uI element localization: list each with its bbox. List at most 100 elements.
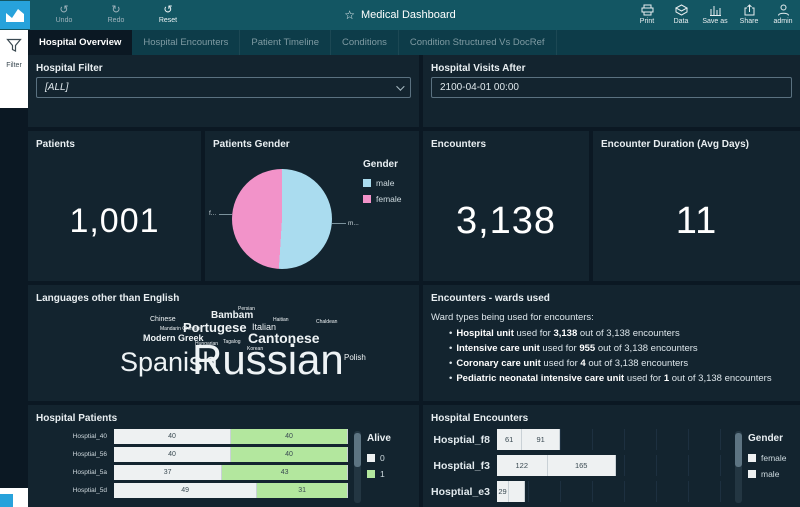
word[interactable]: Persian bbox=[238, 307, 255, 312]
bar[interactable]: 6191 bbox=[497, 429, 560, 450]
visits-after-panel: Hospital Visits After 2100-04-01 00:00 bbox=[423, 55, 800, 127]
filter-rail-label: Filter bbox=[6, 62, 22, 69]
scrollbar-thumb[interactable] bbox=[735, 433, 742, 467]
legend-item-1[interactable]: 1 bbox=[367, 469, 415, 479]
patients-gender-panel: Patients Gender f... m... Gender male fe… bbox=[205, 131, 419, 281]
legend-item-male[interactable]: male bbox=[748, 469, 796, 479]
legend-item-female[interactable]: female bbox=[363, 194, 402, 204]
bar-segment[interactable]: 165 bbox=[548, 455, 616, 476]
bar-segment[interactable]: 91 bbox=[522, 429, 560, 450]
word-cloud: Chinese Bambam Persian Portugese Mandari… bbox=[28, 285, 419, 401]
gender-bar-legend: Gender female male bbox=[748, 429, 796, 507]
bar[interactable]: 4040 bbox=[114, 429, 348, 444]
patients-kpi-panel: Patients 1,001 bbox=[28, 131, 201, 281]
print-button[interactable]: Print bbox=[630, 0, 664, 30]
tab-condition-structured-vs-docref[interactable]: Condition Structured Vs DocRef bbox=[399, 30, 557, 55]
bar-row: Hosptial_564040 bbox=[36, 447, 348, 462]
bar-segment[interactable]: 40 bbox=[231, 429, 348, 444]
gender-legend: Gender male female bbox=[363, 159, 402, 210]
bar-segment[interactable]: 31 bbox=[257, 483, 348, 498]
bar-segment[interactable]: 43 bbox=[222, 465, 348, 480]
category-label: Hosptial_f3 bbox=[431, 460, 497, 472]
bar-segment[interactable] bbox=[509, 481, 525, 502]
reset-button[interactable]: ↺ Reset bbox=[146, 0, 190, 30]
chart-scrollbar[interactable] bbox=[735, 431, 742, 503]
admin-menu-button[interactable]: admin bbox=[766, 0, 800, 30]
panel-title: Encounters bbox=[423, 131, 589, 150]
hospital-filter-panel: Hospital Filter [ALL] bbox=[28, 55, 419, 127]
word[interactable]: Korean bbox=[247, 347, 263, 352]
bar-row: Hosptial_404040 bbox=[36, 429, 348, 444]
category-label: Hosptial_5d bbox=[36, 487, 114, 494]
ward-bullet: •Intensive care unit used for 955 out of… bbox=[449, 342, 790, 355]
tab-hospital-overview[interactable]: Hospital Overview bbox=[28, 30, 132, 55]
hospital-filter-dropdown[interactable]: [ALL] bbox=[36, 77, 411, 98]
legend-item-0[interactable]: 0 bbox=[367, 453, 415, 463]
tab-hospital-encounters[interactable]: Hospital Encounters bbox=[132, 30, 240, 55]
bottom-left-widget[interactable] bbox=[0, 488, 28, 507]
bar-segment[interactable]: 49 bbox=[114, 483, 257, 498]
female-swatch bbox=[363, 195, 371, 203]
legend-title: Gender bbox=[363, 159, 402, 170]
legend-item-male[interactable]: male bbox=[363, 178, 402, 188]
tab-patient-timeline[interactable]: Patient Timeline bbox=[240, 30, 331, 55]
favorite-star-icon[interactable]: ☆ bbox=[344, 8, 355, 22]
word[interactable]: Chaldean bbox=[316, 320, 337, 325]
encounters-kpi-value: 3,138 bbox=[423, 161, 589, 281]
legend-item-female[interactable]: female bbox=[748, 453, 796, 463]
bar-row: Hosptial_e329 bbox=[431, 481, 729, 502]
gender-pie-chart[interactable] bbox=[232, 169, 332, 269]
filter-rail: Filter bbox=[0, 30, 28, 108]
bar[interactable]: 122165 bbox=[497, 455, 616, 476]
quicksight-dashboard: ↺ Undo ↻ Redo ↺ Reset ☆ Medical Dashboar… bbox=[0, 0, 800, 507]
visits-after-date-input[interactable]: 2100-04-01 00:00 bbox=[431, 77, 792, 98]
word[interactable]: Polish bbox=[344, 354, 366, 362]
bar-segment[interactable]: 29 bbox=[497, 481, 509, 502]
chevron-down-icon bbox=[396, 82, 404, 90]
alive-legend: Alive 0 1 bbox=[367, 429, 415, 507]
bar-segment[interactable]: 40 bbox=[231, 447, 348, 462]
bar-segment[interactable]: 40 bbox=[114, 447, 231, 462]
bar[interactable]: 29 bbox=[497, 481, 525, 502]
bar[interactable]: 4040 bbox=[114, 447, 348, 462]
pie-label-male: m... bbox=[348, 220, 359, 227]
word[interactable]: Chinese bbox=[150, 316, 176, 323]
scrollbar-thumb[interactable] bbox=[354, 433, 361, 467]
filter-funnel-icon[interactable] bbox=[6, 38, 22, 58]
word[interactable]: Russian bbox=[192, 339, 344, 381]
date-value: 2100-04-01 00:00 bbox=[440, 82, 519, 93]
category-label: Hosptial_40 bbox=[36, 433, 114, 440]
category-label: Hosptial_e3 bbox=[431, 486, 497, 498]
data-button[interactable]: Data bbox=[664, 0, 698, 30]
tab-conditions[interactable]: Conditions bbox=[331, 30, 399, 55]
ward-bullet: •Pediatric neonatal intensive care unit … bbox=[449, 372, 790, 385]
bar-segment[interactable]: 37 bbox=[114, 465, 222, 480]
bar[interactable]: 3743 bbox=[114, 465, 348, 480]
encounters-kpi-panel: Encounters 3,138 bbox=[423, 131, 589, 281]
dropdown-value: [ALL] bbox=[45, 82, 68, 93]
wards-text: Ward types being used for encounters: •H… bbox=[423, 304, 800, 385]
bar[interactable]: 4931 bbox=[114, 483, 348, 498]
bar-row: Hosptial_f3122165 bbox=[431, 455, 729, 476]
top-app-bar: ↺ Undo ↻ Redo ↺ Reset ☆ Medical Dashboar… bbox=[0, 0, 800, 30]
redo-button[interactable]: ↻ Redo bbox=[94, 0, 138, 30]
languages-wordcloud-panel: Languages other than English Chinese Bam… bbox=[28, 285, 419, 401]
undo-button[interactable]: ↺ Undo bbox=[42, 0, 86, 30]
share-button[interactable]: Share bbox=[732, 0, 766, 30]
male-swatch bbox=[748, 470, 756, 478]
category-label: Hosptial_56 bbox=[36, 451, 114, 458]
save-as-button[interactable]: Save as bbox=[698, 0, 732, 30]
word[interactable]: Mandarin Chinese bbox=[160, 327, 201, 332]
pie-label-female: f... bbox=[209, 210, 216, 217]
chart-scrollbar[interactable] bbox=[354, 431, 361, 503]
bar-segment[interactable]: 40 bbox=[114, 429, 231, 444]
redo-icon: ↻ bbox=[111, 5, 120, 16]
word[interactable]: Haitian bbox=[273, 318, 289, 323]
category-label: Hosptial_f8 bbox=[431, 434, 497, 446]
bar-segment[interactable]: 61 bbox=[497, 429, 522, 450]
quicksight-logo-icon[interactable] bbox=[0, 1, 30, 29]
ward-bullet: •Coronary care unit used for 4 out of 3,… bbox=[449, 357, 790, 370]
male-swatch bbox=[363, 179, 371, 187]
corner-widget-icon[interactable] bbox=[0, 494, 13, 507]
bar-segment[interactable]: 122 bbox=[497, 455, 548, 476]
